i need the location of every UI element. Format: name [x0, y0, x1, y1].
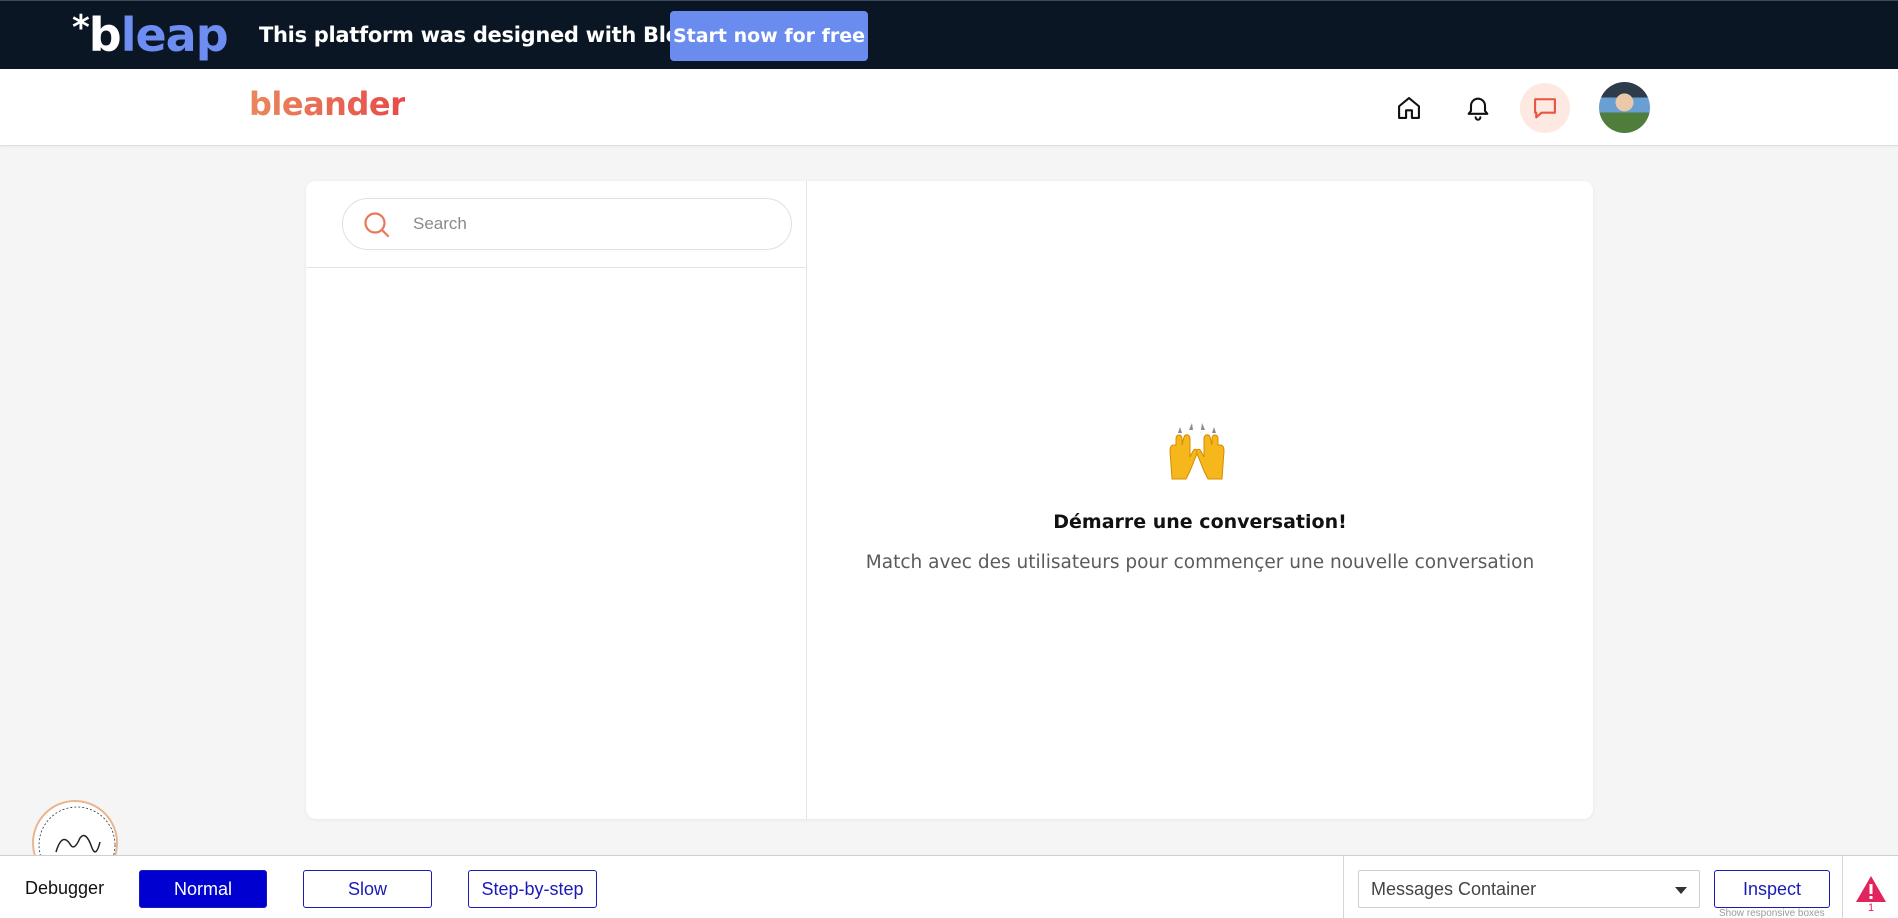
raising-hands-icon: [1162, 421, 1232, 481]
nav-notifications-button[interactable]: [1453, 83, 1503, 133]
debugger-divider: [1842, 856, 1843, 918]
search-box[interactable]: [342, 198, 792, 250]
search-input[interactable]: [413, 209, 773, 239]
bleap-logo-b: b: [88, 8, 122, 62]
empty-state-subtitle: Match avec des utilisateurs pour commenç…: [865, 552, 1535, 573]
conversation-list: [306, 269, 806, 819]
chat-icon: [1534, 98, 1556, 119]
bleap-logo-rest: leap: [120, 8, 229, 62]
mode-step-button[interactable]: Step-by-step: [468, 870, 597, 908]
warning-count: 1: [1868, 902, 1875, 914]
messages-container: Démarre une conversation! Match avec des…: [306, 181, 1593, 819]
element-select[interactable]: Messages Container: [1358, 870, 1700, 908]
mode-slow-button[interactable]: Slow: [303, 870, 432, 908]
bell-icon: [1467, 97, 1489, 121]
user-avatar[interactable]: [1599, 82, 1650, 133]
element-select-value: Messages Container: [1371, 879, 1537, 899]
home-icon: [1398, 97, 1420, 119]
caret-down-icon: [1675, 887, 1687, 894]
app-header: bleander: [0, 69, 1898, 146]
debugger-divider: [1343, 856, 1344, 918]
nav-home-button[interactable]: [1384, 83, 1434, 133]
bleap-logo[interactable]: *bleap: [72, 8, 229, 66]
promo-text: This platform was designed with Bleap.: [259, 23, 716, 47]
nav-messages-button[interactable]: [1520, 83, 1570, 133]
search-icon: [364, 212, 390, 238]
start-free-button[interactable]: Start now for free: [670, 11, 868, 61]
empty-state-title: Démarre une conversation!: [1053, 511, 1347, 533]
responsive-boxes-hint[interactable]: Show responsive boxes: [1719, 908, 1825, 918]
bleap-logo-star: *: [72, 8, 90, 48]
search-area: [306, 181, 806, 268]
conversation-panel: Démarre une conversation! Match avec des…: [807, 181, 1593, 819]
debugger-label: Debugger: [25, 878, 105, 898]
mode-normal-button[interactable]: Normal: [139, 870, 267, 908]
brand-logo[interactable]: bleander: [249, 85, 406, 123]
debugger-bar: Debugger Normal Slow Step-by-step Messag…: [0, 855, 1898, 918]
inspect-button[interactable]: Inspect: [1714, 870, 1830, 908]
bleap-promo-bar: *bleap This platform was designed with B…: [0, 0, 1898, 69]
conversation-sidebar: [306, 181, 807, 819]
